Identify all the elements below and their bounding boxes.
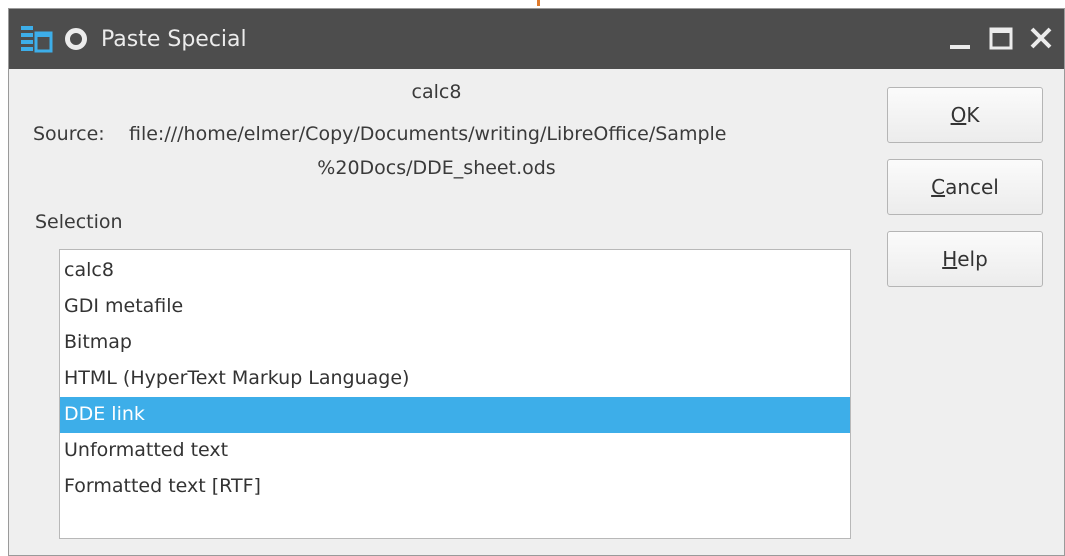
source-path-line1: file:///home/elmer/Copy/Documents/writin… [129,123,727,145]
keep-above-icon[interactable] [65,28,87,50]
cursor-marker [537,0,540,6]
selection-listbox[interactable]: calc8 GDI metafile Bitmap HTML (HyperText M… [59,249,851,539]
libreoffice-app-icon[interactable] [19,22,53,56]
ok-mnemonic: O [950,103,967,127]
dialog-content: calc8 Source: file:///home/elmer/Copy/Do… [9,69,1064,555]
cancel-label-rest: ancel [945,175,999,199]
close-icon[interactable] [1024,21,1058,55]
cancel-button[interactable]: Cancel [887,159,1043,215]
minimize-icon[interactable] [944,21,978,55]
window-title: Paste Special [101,26,247,52]
cancel-mnemonic: C [931,175,946,199]
help-mnemonic: H [942,247,958,271]
list-item[interactable]: Bitmap [60,325,850,361]
help-label-rest: elp [957,247,988,271]
help-button[interactable]: Help [887,231,1043,287]
list-item[interactable]: calc8 [60,253,850,289]
ok-label-rest: K [966,103,980,127]
list-item[interactable]: DDE link [60,397,850,433]
source-path-line2: %20Docs/DDE_sheet.ods [317,157,556,179]
selection-label: Selection [35,211,123,233]
source-app-name: calc8 [411,81,462,103]
list-item[interactable]: Formatted text [RTF] [60,469,850,505]
list-item[interactable]: GDI metafile [60,289,850,325]
maximize-icon[interactable] [984,21,1018,55]
paste-special-dialog: Paste Special calc8 Source: file:///home… [8,8,1065,556]
title-bar[interactable]: Paste Special [9,9,1064,69]
list-item[interactable]: HTML (HyperText Markup Language) [60,361,850,397]
list-item[interactable]: Unformatted text [60,433,850,469]
ok-button[interactable]: OK [887,87,1043,143]
